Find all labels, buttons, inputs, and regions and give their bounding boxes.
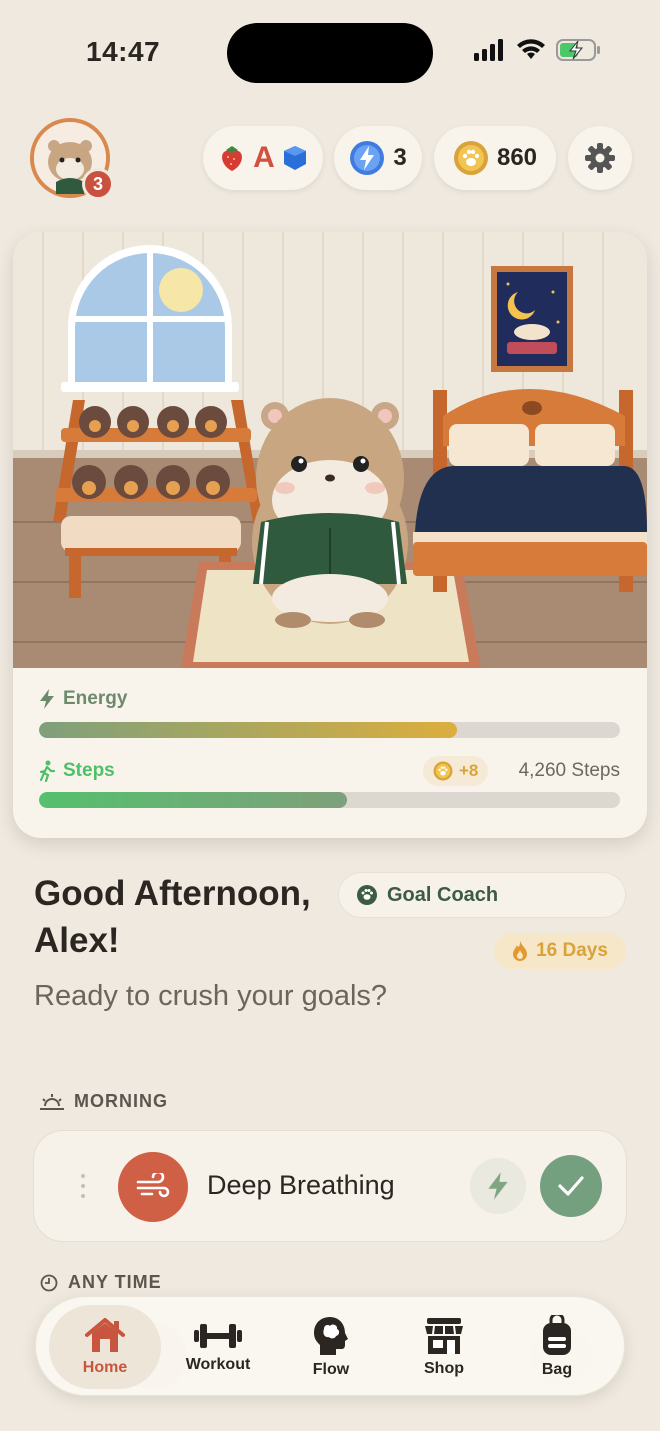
- energy-count: 3: [393, 144, 407, 171]
- lightning-icon: [40, 689, 54, 709]
- brain-head-icon: [314, 1317, 348, 1355]
- paw-coin-icon: [453, 141, 488, 175]
- flame-icon: [513, 941, 528, 961]
- settings-button[interactable]: [568, 126, 632, 190]
- steps-bar: [39, 792, 620, 808]
- bottom-tab-bar: Home Workout Flow Shop Bag: [35, 1296, 625, 1396]
- task-complete-button[interactable]: [540, 1155, 602, 1217]
- battery-charging-icon: [556, 39, 600, 61]
- section-any-time: ANY TIME: [40, 1272, 162, 1293]
- blue-cube-icon: [283, 146, 306, 170]
- shop-icon: [425, 1318, 463, 1354]
- status-bar: 14:47: [0, 0, 660, 100]
- tab-flow[interactable]: Flow: [275, 1305, 387, 1389]
- lightning-orb-icon: [350, 141, 385, 175]
- task-title: Deep Breathing: [207, 1170, 395, 1200]
- task-energy-button[interactable]: [470, 1158, 526, 1214]
- notification-badge: 3: [82, 168, 114, 200]
- steps-count: 4,260 Steps: [518, 760, 620, 781]
- moon-picture: [491, 266, 573, 372]
- streak-badge: 16 Days: [494, 933, 626, 969]
- paw-coin-icon: [433, 761, 453, 781]
- avatar[interactable]: 3: [30, 118, 114, 200]
- tab-workout[interactable]: Workout: [162, 1305, 274, 1389]
- tab-bag[interactable]: Bag: [501, 1305, 613, 1389]
- lightning-icon: [488, 1172, 508, 1200]
- wifi-icon: [517, 39, 545, 59]
- greeting-title: Good Afternoon, Alex!: [34, 874, 311, 960]
- status-time: 14:47: [86, 36, 161, 67]
- task-card[interactable]: Deep Breathing: [33, 1130, 627, 1242]
- goal-coach-button[interactable]: Goal Coach: [338, 872, 626, 918]
- letter-block: A: [253, 141, 275, 174]
- status-icons: [474, 38, 602, 62]
- letters-pill[interactable]: A: [203, 126, 323, 190]
- gear-icon: [585, 143, 615, 173]
- stats-panel: Energy Steps +8 4,260 Steps: [13, 668, 647, 838]
- coin-count: 860: [496, 144, 538, 171]
- walking-icon: [39, 760, 55, 782]
- steps-stat-label: Steps: [39, 760, 115, 782]
- tab-shop[interactable]: Shop: [388, 1305, 500, 1389]
- home-icon: [85, 1318, 125, 1352]
- dynamic-island: [227, 23, 433, 83]
- section-morning: MORNING: [40, 1091, 168, 1112]
- dumbbell-icon: [194, 1324, 242, 1348]
- energy-bar-fill: [39, 722, 458, 738]
- paw-badge-icon: [357, 885, 377, 905]
- steps-bar-fill: [39, 792, 347, 808]
- energy-bar: [39, 722, 620, 738]
- hamster-pet: [252, 398, 408, 628]
- strawberry-icon: [222, 146, 243, 171]
- checkmark-icon: [558, 1176, 584, 1196]
- top-bar: 3 A 3 860: [0, 118, 660, 200]
- energy-stat-label: Energy: [39, 688, 127, 710]
- pet-room-card: Energy Steps +8 4,260 Steps: [13, 232, 647, 838]
- tab-home[interactable]: Home: [49, 1305, 161, 1389]
- bed: [413, 389, 647, 592]
- steps-coin-reward: +8: [423, 756, 489, 786]
- greeting-subtitle: Ready to crush your goals?: [34, 980, 388, 1012]
- bag-icon: [543, 1315, 571, 1355]
- coins-pill[interactable]: 860: [434, 126, 556, 190]
- clock-icon: [40, 1274, 58, 1291]
- pet-room-scene[interactable]: [13, 232, 647, 668]
- wind-icon: [118, 1152, 188, 1222]
- signal-icon: [474, 39, 503, 61]
- drag-handle-icon[interactable]: [80, 1173, 86, 1199]
- sunrise-icon: [40, 1093, 64, 1110]
- energy-pill[interactable]: 3: [334, 126, 422, 190]
